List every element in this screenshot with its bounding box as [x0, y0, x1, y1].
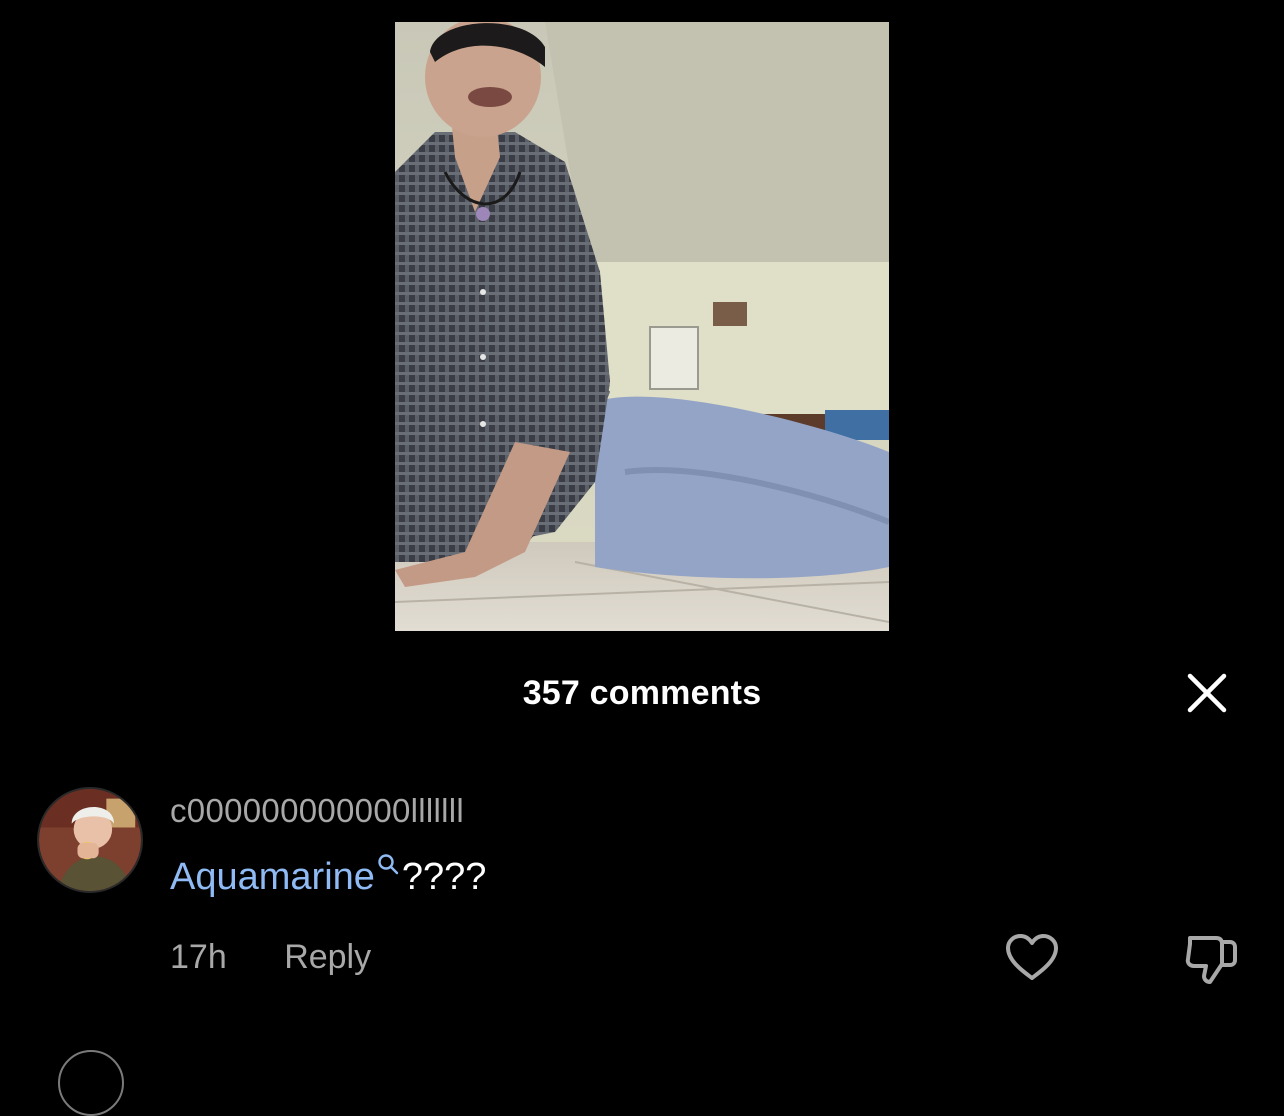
video-preview[interactable] — [395, 22, 889, 631]
close-icon — [1187, 673, 1227, 713]
comments-count-title: 357 comments — [522, 674, 762, 712]
avatar[interactable] — [37, 787, 143, 893]
next-comment-avatar[interactable] — [58, 1050, 124, 1116]
heart-icon — [1006, 934, 1058, 980]
video-thumbnail-image — [395, 22, 889, 631]
comment-meta: 17h Reply — [170, 938, 371, 977]
close-button[interactable] — [1180, 666, 1234, 720]
comment-body: Aquamarine???? — [170, 854, 487, 899]
comment-item: c000000000000lllllll Aquamarine???? 17h … — [0, 780, 1284, 1000]
search-icon[interactable] — [376, 852, 402, 878]
comments-header: 357 comments — [0, 666, 1284, 720]
avatar-image — [39, 789, 141, 891]
comment-search-link[interactable]: Aquamarine — [170, 856, 375, 898]
like-button[interactable] — [1004, 932, 1060, 984]
comment-username[interactable]: c000000000000lllllll — [170, 792, 464, 830]
comment-timestamp: 17h — [170, 938, 227, 976]
dislike-button[interactable] — [1182, 930, 1240, 986]
thumbs-down-icon — [1185, 936, 1237, 984]
reply-button[interactable]: Reply — [284, 938, 371, 976]
comment-text-suffix: ???? — [401, 856, 487, 898]
